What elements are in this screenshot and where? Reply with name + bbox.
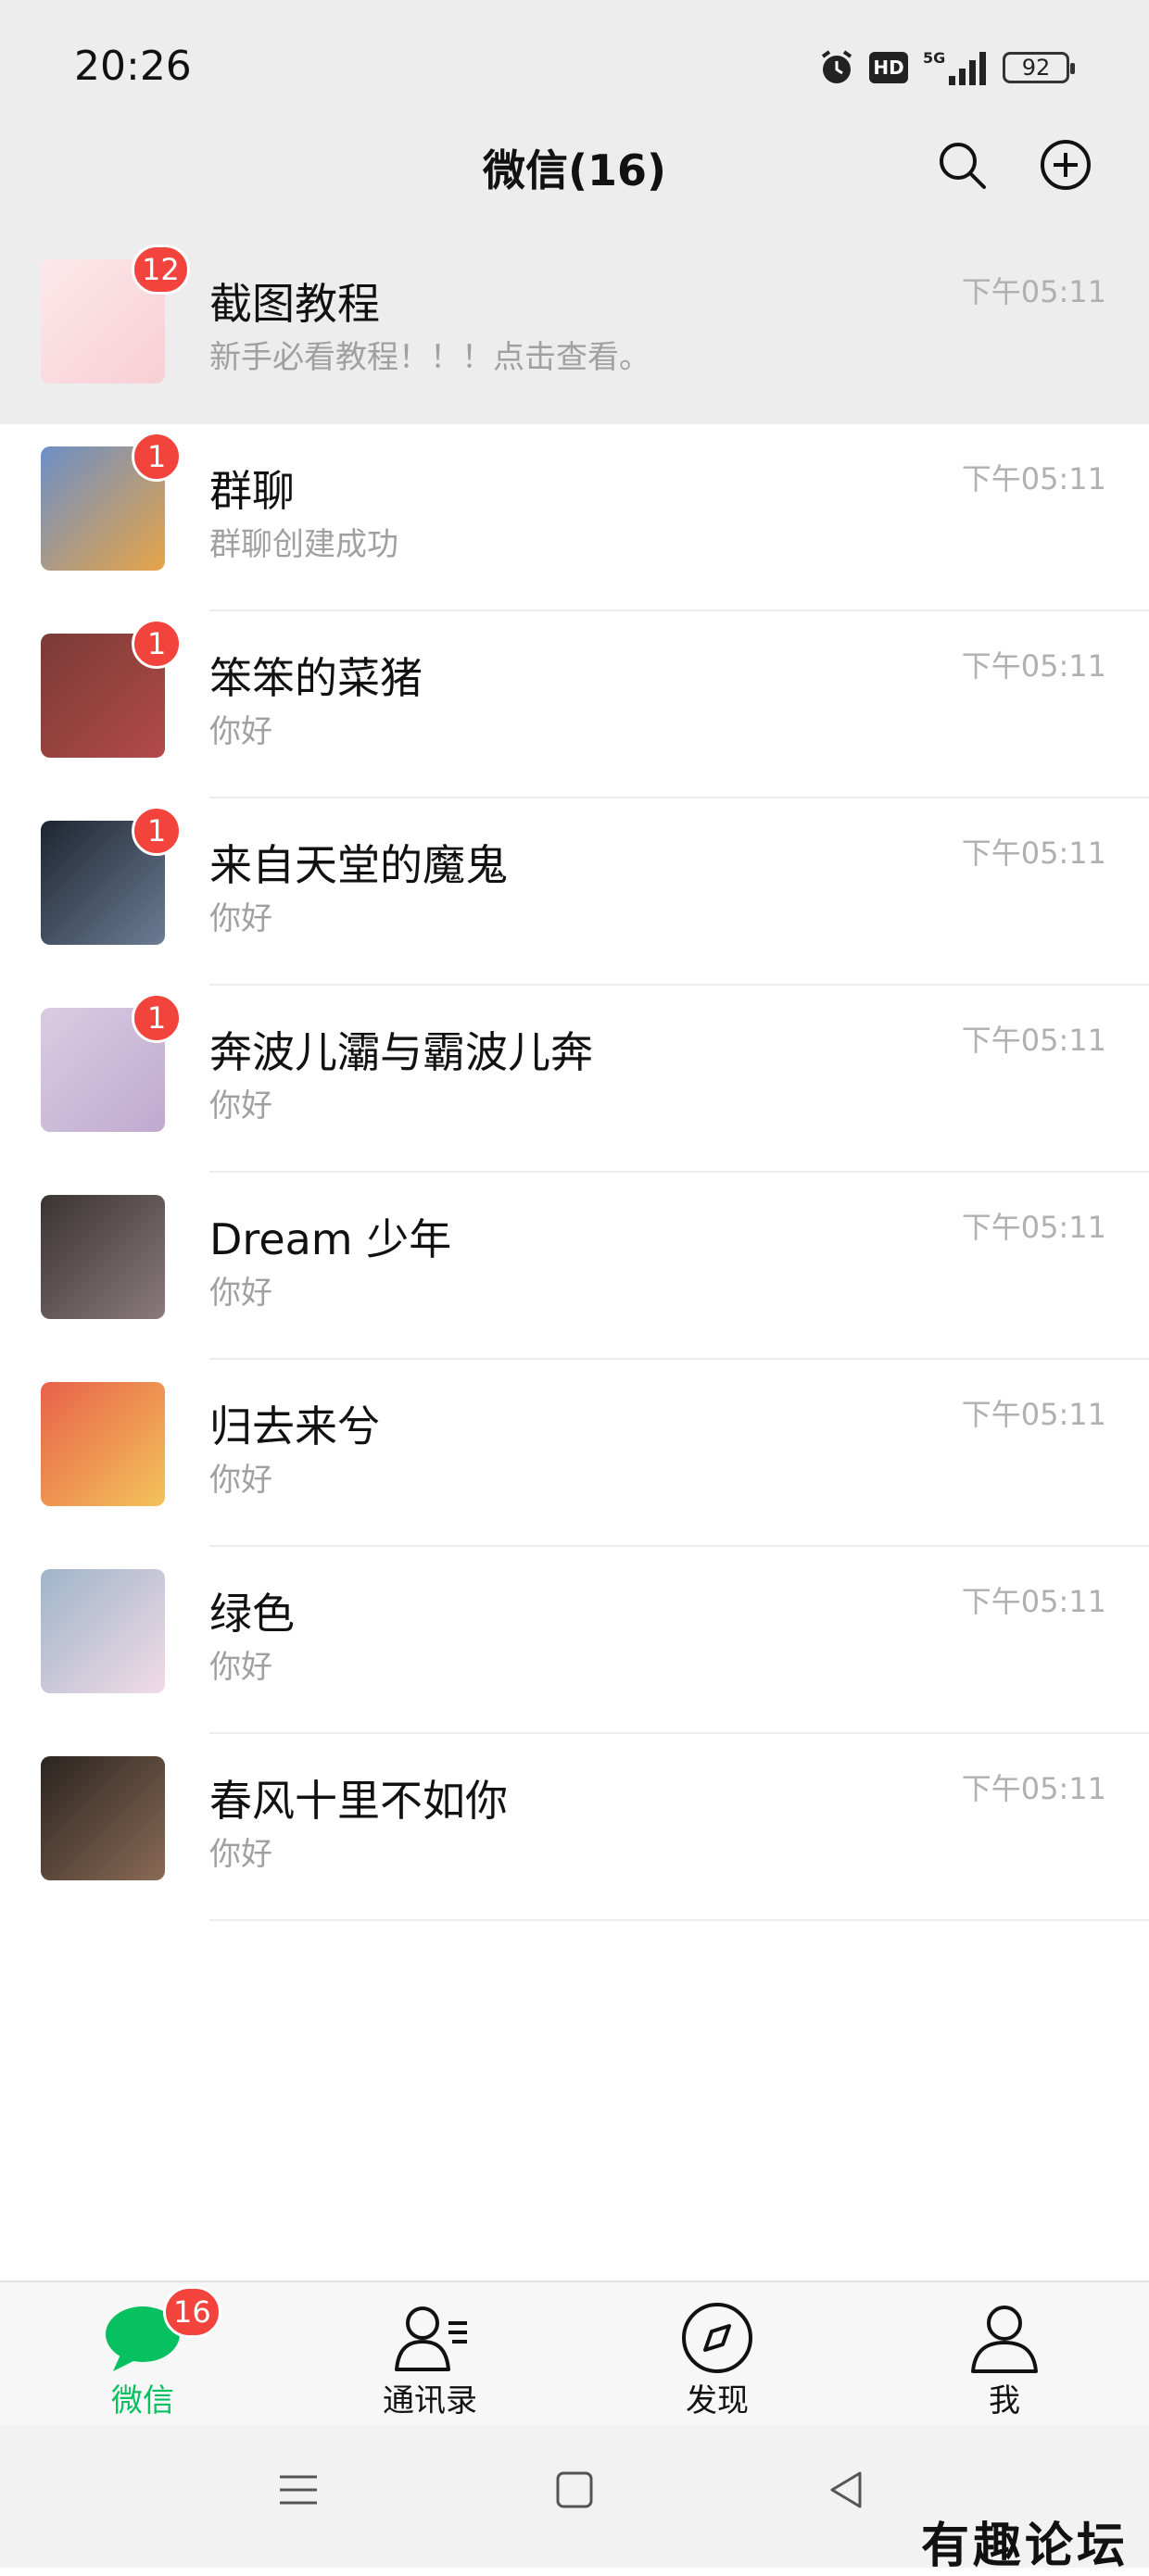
chat-list-item[interactable]: 1 群聊群聊创建成功 下午05:11 (0, 424, 1149, 611)
top-bar: 20:26 HD 5G 92 微信(16) (0, 0, 1149, 237)
chat-preview: 群聊创建成功 (209, 526, 398, 563)
unread-badge: 1 (132, 432, 182, 482)
chat-time: 下午05:11 (961, 648, 1106, 684)
tab-me[interactable]: 我 (921, 2282, 1088, 2427)
person-icon (971, 2306, 1038, 2373)
home-icon[interactable] (547, 2462, 602, 2518)
contacts-icon (395, 2306, 467, 2371)
chat-list-item[interactable]: 1 奔波儿灞与霸波儿奔你好 下午05:11 (0, 986, 1149, 1173)
chat-list-item[interactable]: 12 截图教程新手必看教程！！！点击查看。 下午05:11 (0, 237, 1149, 424)
signal-5g-icon: 5G (923, 49, 986, 85)
battery-icon: 92 (1003, 52, 1075, 83)
chat-name: 春风十里不如你 (209, 1776, 508, 1826)
chat-time: 下午05:11 (961, 274, 1106, 309)
avatar (41, 1569, 165, 1693)
chat-time: 下午05:11 (961, 1771, 1106, 1806)
chat-name: 截图教程 (209, 279, 380, 329)
chat-list-item[interactable]: 绿色你好 下午05:11 (0, 1547, 1149, 1734)
chat-preview: 你好 (209, 1275, 272, 1312)
chat-time: 下午05:11 (961, 1023, 1106, 1058)
chat-list-item[interactable]: 归去来兮你好 下午05:11 (0, 1360, 1149, 1547)
tab-chats[interactable]: 16 微信 (59, 2282, 226, 2427)
chat-time: 下午05:11 (961, 1584, 1106, 1619)
status-time: 20:26 (74, 43, 192, 90)
chat-preview: 新手必看教程！！！点击查看。 (209, 339, 650, 376)
tab-label: 我 (989, 2382, 1020, 2419)
status-icons: HD 5G 92 (817, 46, 1075, 89)
tab-label: 通讯录 (383, 2382, 477, 2419)
tab-discover[interactable]: 发现 (634, 2282, 801, 2427)
chat-list-item[interactable]: 1 来自天堂的魔鬼你好 下午05:11 (0, 798, 1149, 986)
chat-time: 下午05:11 (961, 1210, 1106, 1245)
divider (209, 1919, 1149, 1921)
chat-name: 绿色 (209, 1589, 295, 1639)
chat-preview: 你好 (209, 900, 272, 937)
avatar (41, 1756, 165, 1880)
avatar (41, 1195, 165, 1319)
tab-label: 发现 (686, 2382, 749, 2419)
chat-preview: 你好 (209, 713, 272, 750)
chat-preview: 你好 (209, 1836, 272, 1873)
chat-name: 来自天堂的魔鬼 (209, 840, 508, 890)
tab-badge: 16 (163, 2286, 221, 2338)
alarm-icon (821, 50, 852, 83)
search-icon[interactable] (936, 139, 988, 191)
chat-time: 下午05:11 (961, 836, 1106, 871)
hd-icon: HD (869, 52, 908, 83)
unread-badge: 1 (132, 619, 182, 669)
chat-list-item[interactable]: 1 笨笨的菜猪你好 下午05:11 (0, 611, 1149, 798)
chat-name: Dream 少年 (209, 1214, 452, 1264)
menu-icon[interactable] (271, 2462, 326, 2518)
unread-badge: 1 (132, 806, 182, 856)
chat-preview: 你好 (209, 1462, 272, 1499)
tab-bar: 16 微信 通讯录 发现 我 (0, 2281, 1149, 2427)
chat-name: 笨笨的菜猪 (209, 653, 423, 703)
chat-time: 下午05:11 (961, 1397, 1106, 1432)
chat-preview: 你好 (209, 1087, 272, 1125)
watermark: 有趣论坛 (920, 2518, 1129, 2574)
tab-label: 微信 (111, 2382, 174, 2419)
back-icon[interactable] (819, 2462, 875, 2518)
avatar (41, 1382, 165, 1506)
tab-contacts[interactable]: 通讯录 (347, 2282, 513, 2427)
unread-badge: 12 (132, 245, 190, 295)
chat-name: 群聊 (209, 466, 295, 516)
svg-text:5G: 5G (923, 49, 945, 67)
compass-icon (682, 2303, 752, 2373)
plus-circle-icon[interactable] (1040, 139, 1092, 191)
chat-preview: 你好 (209, 1649, 272, 1686)
chat-time: 下午05:11 (961, 461, 1106, 496)
chat-list-item[interactable]: Dream 少年你好 下午05:11 (0, 1173, 1149, 1360)
chat-list-item[interactable]: 春风十里不如你你好 下午05:11 (0, 1734, 1149, 1921)
chat-name: 奔波儿灞与霸波儿奔 (209, 1027, 593, 1077)
chat-name: 归去来兮 (209, 1401, 380, 1451)
unread-badge: 1 (132, 993, 182, 1043)
